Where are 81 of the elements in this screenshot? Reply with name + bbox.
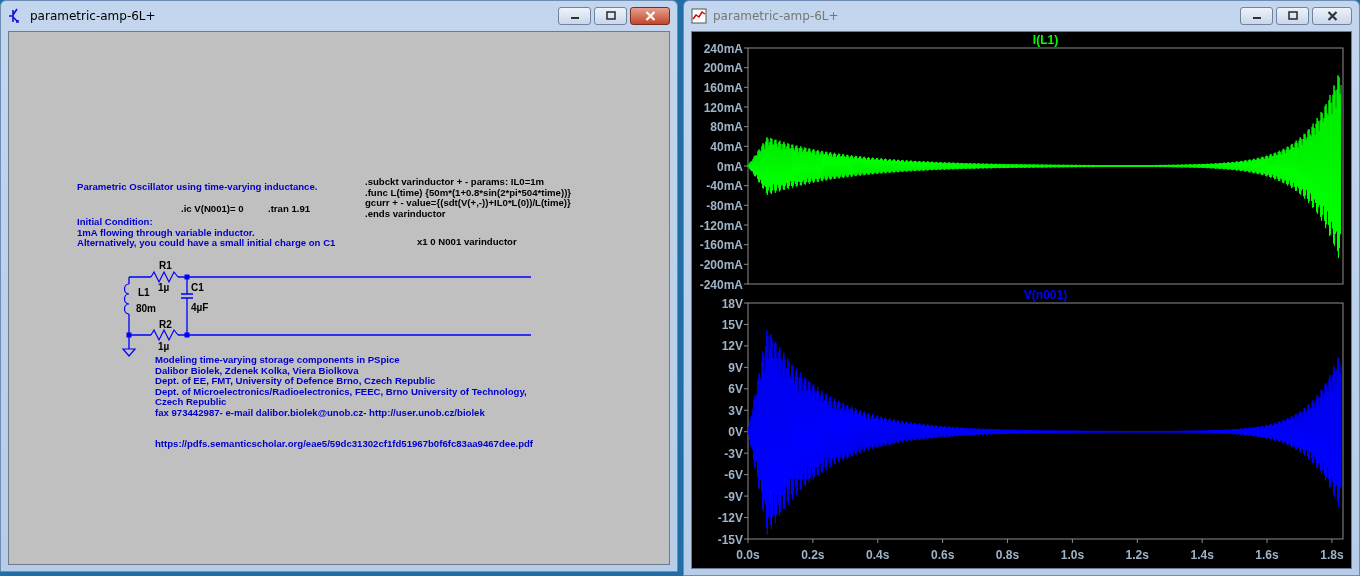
y-tick-label: 0V	[728, 425, 743, 440]
y-tick-label: -6V	[724, 468, 743, 483]
y-tick-label: -160mA	[699, 238, 743, 253]
y-tick-label: 3V	[728, 403, 743, 418]
x-tick-label: 0.0s	[736, 548, 760, 562]
capacitor-symbol	[180, 293, 194, 299]
spice-directive: .tran 1.91	[268, 204, 311, 215]
comment-text: https://pdfs.semanticscholar.org/eae5/59dc31302cf1fd51967b0f6fc83aa9467dee.pdf	[155, 439, 534, 450]
resistor-symbol	[150, 270, 179, 284]
chart-icon	[691, 8, 707, 24]
close-icon	[644, 11, 656, 21]
close-button[interactable]	[1312, 7, 1352, 25]
y-tick-label: -9V	[724, 489, 743, 504]
y-tick-label: 0mA	[717, 159, 743, 174]
comment-text: 1mA flowing through variable inductor.	[77, 227, 256, 239]
x-tick-label: 1.0s	[1060, 548, 1085, 562]
comment-text: Parametric Oscillator using time-varying inductance.	[77, 182, 318, 193]
window-title: parametric-amp-6L+	[713, 9, 839, 23]
x-tick-label: 0.8s	[995, 548, 1020, 562]
spice-directive: .subckt varinductor + - params: IL0=1m	[365, 177, 546, 188]
y-tick-label: -40mA	[706, 179, 743, 194]
inductor-symbol	[123, 283, 130, 315]
y-tick-label: 160mA	[703, 80, 743, 95]
comment-text: Dalibor Biolek, Zdenek Kolka, Viera Biolkova	[155, 365, 360, 377]
window-title: parametric-amp-6L+	[30, 9, 156, 23]
y-tick-label: -120mA	[699, 218, 743, 233]
x-tick-label: 0.4s	[866, 548, 890, 562]
y-tick-label: 18V	[721, 296, 743, 311]
y-tick-label: 9V	[728, 360, 743, 375]
close-button[interactable]	[630, 7, 670, 25]
spice-directive: .func L(time) {50m*(1+0.8*sin(2*pi*504*time))}	[365, 187, 572, 199]
part-value: 4µF	[191, 302, 209, 313]
comment-text: Dept. of Microelectronics/Radioelectronics, FEEC, Brno University of Technology,	[155, 386, 527, 398]
part-value: 1µ	[158, 282, 170, 293]
part-value: 1µ	[158, 341, 170, 352]
x-tick-label: 0.6s	[930, 548, 955, 562]
y-tick-label: 15V	[721, 317, 743, 332]
y-tick-label: -15V	[717, 532, 743, 547]
comment-text: Dept. of EE, FMT, University of Defence Brno, Czech Republic	[155, 376, 437, 387]
minimize-button[interactable]	[558, 7, 591, 25]
comment-text: Modeling time-varying storage components in PSpice	[155, 355, 401, 366]
x-tick-label: 1.2s	[1125, 548, 1149, 562]
part-reference: R1	[159, 260, 172, 271]
y-tick-label: 80mA	[710, 120, 743, 135]
spice-directive: gcurr + - value={(sdt(V(+,-))+IL0*L(0))/L(time)}	[365, 198, 572, 209]
y-tick-label: -240mA	[699, 277, 743, 292]
y-tick-label: 12V	[721, 339, 743, 354]
y-tick-label: 240mA	[703, 41, 743, 56]
comment-text: Czech Republic	[155, 397, 227, 408]
y-tick-label: -3V	[724, 446, 743, 461]
x-tick-label: 1.4s	[1190, 548, 1214, 562]
resistor-symbol	[150, 328, 179, 342]
y-tick-label: -200mA	[699, 257, 743, 272]
y-tick-label: -80mA	[706, 198, 743, 213]
maximize-button[interactable]	[594, 7, 627, 25]
minimize-button[interactable]	[1240, 7, 1273, 25]
trace-label: I(L1)	[1032, 33, 1059, 47]
ground-symbol	[121, 348, 137, 357]
part-value: 80m	[136, 303, 156, 314]
spice-directive: x1 0 N001 varinductor	[417, 237, 517, 248]
spice-directive: .ends varinductor	[365, 208, 446, 220]
maximize-icon	[605, 11, 616, 21]
y-tick-label: 200mA	[703, 61, 743, 76]
y-tick-label: 120mA	[703, 100, 743, 115]
part-reference: R2	[159, 319, 172, 330]
maximize-button[interactable]	[1276, 7, 1309, 25]
trace-label: V(n001)	[1023, 288, 1068, 302]
spice-directive: .ic V(N001)= 0	[181, 204, 244, 215]
comment-text: Alternatively, you could have a small initial charge on C1	[77, 238, 336, 249]
part-reference: C1	[191, 282, 204, 293]
y-tick-label: 40mA	[710, 139, 743, 154]
y-tick-label: -12V	[717, 511, 743, 526]
x-tick-label: 1.8s	[1320, 548, 1344, 562]
comment-text: fax 973442987- e-mail dalibor.biolek@unob.cz- http://user.unob.cz/biolek	[155, 407, 486, 419]
y-tick-label: 6V	[728, 382, 743, 397]
close-icon	[1326, 11, 1338, 21]
part-reference: L1	[138, 287, 150, 298]
x-tick-label: 1.6s	[1255, 548, 1279, 562]
comment-text: Initial Condition:	[77, 217, 154, 228]
x-tick-label: 0.2s	[801, 548, 825, 562]
maximize-icon	[1287, 11, 1298, 21]
